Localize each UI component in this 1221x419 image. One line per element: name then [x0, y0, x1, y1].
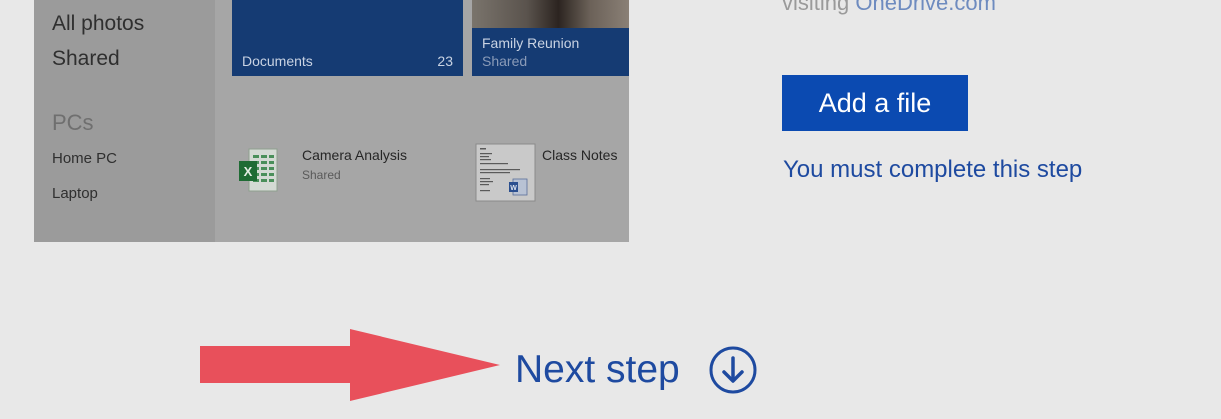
- documents-tile-label: Documents: [242, 53, 313, 69]
- onedrive-link[interactable]: OneDrive.com: [855, 0, 996, 15]
- visit-prefix: visiting: [782, 0, 856, 15]
- family-tile-label: Family Reunion: [482, 35, 580, 51]
- next-step-label: Next step: [515, 348, 680, 391]
- annotation-arrow: [200, 329, 500, 401]
- svg-text:X: X: [244, 164, 253, 179]
- file-camera-analysis: X Camera Analysis Shared: [239, 145, 419, 205]
- preview-nav-pane: All photos Shared PCs Home PC Laptop: [34, 0, 215, 242]
- svg-text:W: W: [510, 185, 517, 192]
- file-camera-name: Camera Analysis: [302, 147, 408, 163]
- excel-file-icon: X: [239, 148, 278, 192]
- onedrive-preview-image: All photos Shared PCs Home PC Laptop Doc…: [34, 0, 629, 242]
- nav-laptop: Laptop: [52, 185, 98, 202]
- nav-home-pc: Home PC: [52, 150, 118, 167]
- word-document-thumbnail: W: [475, 143, 536, 202]
- documents-tile-count: 23: [437, 53, 453, 69]
- file-camera-subtitle: Shared: [302, 168, 341, 182]
- family-tile-subtitle: Shared: [482, 53, 528, 69]
- circle-down-arrow-icon: [709, 346, 757, 394]
- nav-pcs-heading: PCs: [52, 110, 94, 135]
- family-reunion-tile: Family Reunion Shared: [472, 0, 629, 76]
- family-photo-thumbnail: [472, 0, 629, 28]
- visit-onedrive-text: visiting OneDrive.com: [782, 0, 996, 16]
- nav-shared: Shared: [52, 47, 120, 70]
- nav-all-photos: All photos: [52, 12, 145, 35]
- file-notes-name: Class Notes: [542, 147, 618, 163]
- add-a-file-button[interactable]: Add a file: [782, 75, 968, 131]
- step-requirement-note: You must complete this step: [783, 156, 1083, 183]
- next-step-button[interactable]: Next step: [515, 345, 758, 395]
- file-class-notes: W Class Notes: [475, 143, 629, 205]
- documents-tile: Documents 23: [232, 0, 463, 76]
